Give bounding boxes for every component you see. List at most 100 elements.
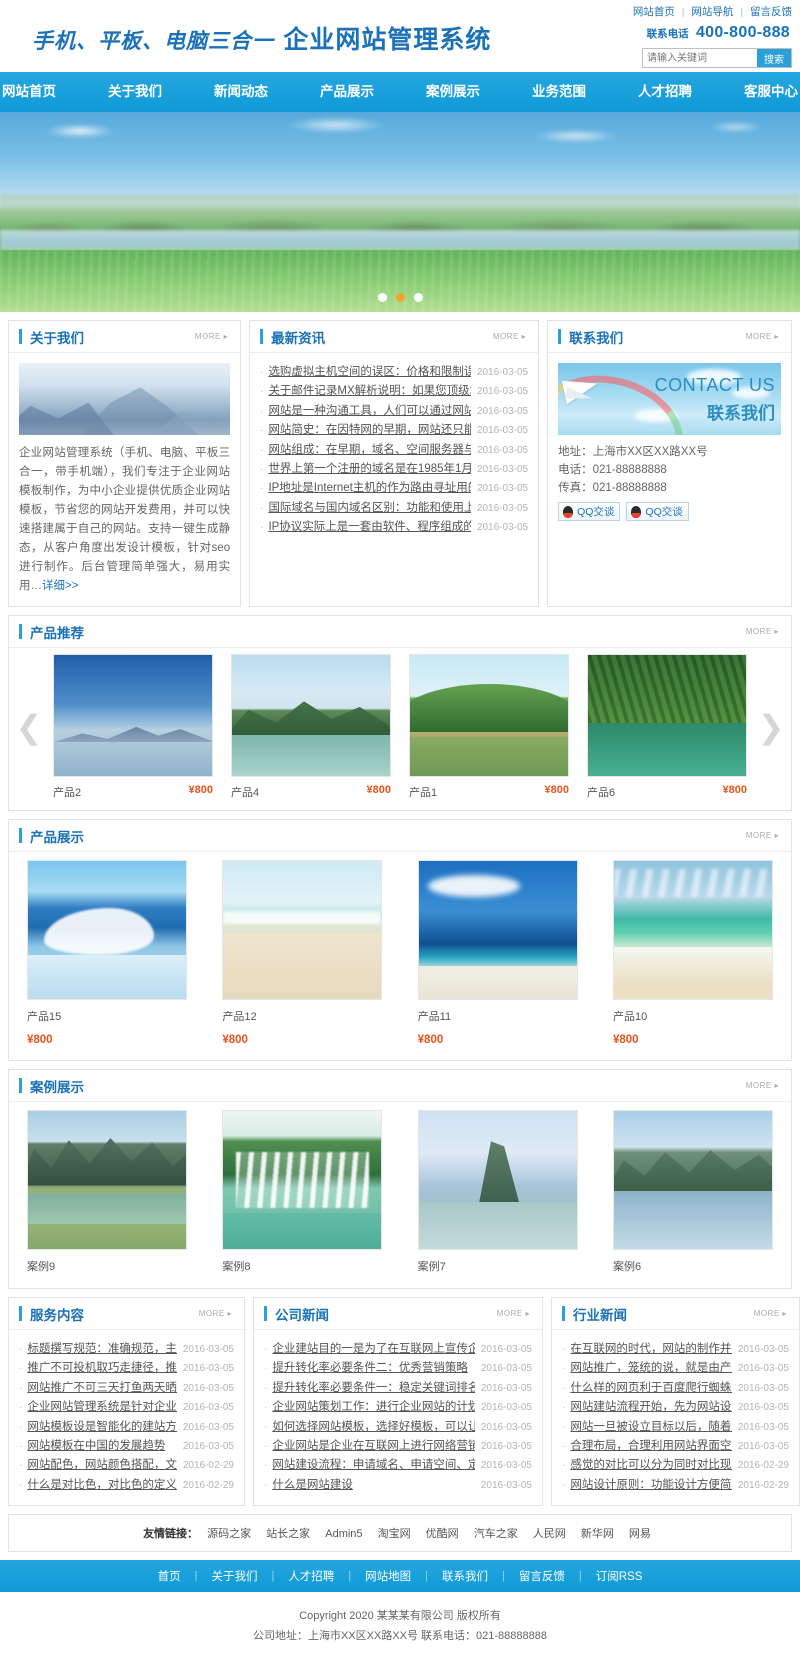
friend-link[interactable]: 人民网 [533, 1528, 566, 1540]
list-item[interactable]: · 世界上第一个注册的域名是在1985年1月注册的 2016-03-05 [260, 460, 528, 479]
list-item[interactable]: · 网站建设流程：申请域名、申请空间、定位网站、风格设 2016-03-05 [264, 1456, 532, 1475]
list-item[interactable]: · 国际域名与国内域名区别：功能和使用上相同，管理机构 2016-03-05 [260, 499, 528, 518]
list-item[interactable]: · 企业网站管理系统是针对企业而设计 2016-03-05 [19, 1398, 234, 1417]
nav-item-service-center[interactable]: 客服中心 [718, 72, 800, 112]
news-link[interactable]: 提升转化率必要条件一：稳定关键词排名 [272, 1379, 475, 1398]
site-logo[interactable]: 手机、平板、电脑三合一 企业网站管理系统 [32, 20, 491, 56]
search-box[interactable]: 搜索 [642, 48, 792, 68]
product-card[interactable]: 产品11 ¥800 [417, 860, 578, 1046]
case-card[interactable]: 案例9 [27, 1110, 187, 1274]
list-item[interactable]: · 网站模板设是智能化的建站方式，所 2016-03-05 [19, 1418, 234, 1437]
product-thumbnail[interactable] [409, 654, 569, 777]
service-content-more-link[interactable]: MORE ▸ [199, 1309, 232, 1318]
product-card[interactable]: 产品1 ¥800 [409, 654, 569, 800]
nav-item-business[interactable]: 业务范围 [506, 72, 612, 112]
product-thumbnail[interactable] [222, 860, 383, 1000]
product-thumbnail[interactable] [612, 860, 773, 1000]
news-link[interactable]: 什么是网站建设 [272, 1476, 475, 1495]
product-thumbnail[interactable] [27, 860, 187, 1000]
list-item[interactable]: · 网站建站流程开始，先为网站设立一 2016-03-05 [562, 1398, 789, 1417]
news-link[interactable]: 网站组成：在早期，域名、空间服务器与程序是网站的基 [268, 441, 471, 460]
list-item[interactable]: · 网站组成：在早期，域名、空间服务器与程序是网站的基 2016-03-05 [260, 441, 528, 460]
case-card[interactable]: 案例6 [612, 1110, 773, 1274]
news-link[interactable]: 网站模板设是智能化的建站方式，所 [27, 1418, 177, 1437]
list-item[interactable]: · 合理布局，合理利用网站界面空间， 2016-03-05 [562, 1437, 789, 1456]
banner-dot-3[interactable] [413, 293, 423, 302]
list-item[interactable]: · IP协议实际上是一套由软件、程序组成的协议软件 2016-03-05 [260, 518, 528, 537]
list-item[interactable]: · 什么是网站建设 2016-03-05 [264, 1476, 532, 1495]
hero-banner[interactable] [0, 112, 800, 312]
nav-item-home[interactable]: 网站首页 [0, 72, 82, 112]
case-thumbnail[interactable] [222, 1110, 383, 1250]
news-link[interactable]: 企业网站策划工作：进行企业网站的计划、定位等方面的 [272, 1398, 475, 1417]
news-link[interactable]: 关于邮件记录MX解析说明：如果您顶级域名使用了CN [268, 382, 471, 401]
news-link[interactable]: 选购虚拟主机空间的误区：价格和限制误区 [268, 363, 471, 382]
list-item[interactable]: · 如何选择网站模板，选择好模板，可以让建站工作事半功 2016-03-05 [264, 1418, 532, 1437]
footer-nav-contact[interactable]: 联系我们 [428, 1568, 502, 1584]
latest-news-more-link[interactable]: MORE ▸ [493, 332, 526, 341]
news-link[interactable]: 网站配色，网站颜色搭配，文字颜色 [27, 1456, 177, 1475]
footer-nav-feedback[interactable]: 留言反馈 [505, 1568, 579, 1584]
banner-dot-2[interactable] [395, 293, 405, 302]
top-link-sitemap[interactable]: 网站导航 [691, 6, 733, 18]
list-item[interactable]: · 企业网站是企业在互联网上进行网络营销和形象宣传的平 2016-03-05 [264, 1437, 532, 1456]
list-item[interactable]: · 网站设计原则：功能设计方便简单， 2016-02-29 [562, 1476, 789, 1495]
news-link[interactable]: 网站推广不可三天打鱼两天晒网，网 [27, 1379, 177, 1398]
news-link[interactable]: IP地址是Internet主机的作为路由寻址用的数 [268, 479, 471, 498]
news-link[interactable]: 标题撰写规范：准确规范，主题明确 [27, 1340, 177, 1359]
product-show-more-link[interactable]: MORE ▸ [746, 831, 779, 840]
product-card[interactable]: 产品4 ¥800 [231, 654, 391, 800]
qq-chat-button-1[interactable]: QQ交谈 [558, 502, 621, 521]
company-news-more-link[interactable]: MORE ▸ [497, 1309, 530, 1318]
about-more-link[interactable]: MORE ▸ [195, 332, 228, 341]
list-item[interactable]: · 推广不可投机取巧走捷径，推广不可 2016-03-05 [19, 1359, 234, 1378]
product-recommend-more-link[interactable]: MORE ▸ [746, 627, 779, 636]
contact-more-link[interactable]: MORE ▸ [746, 332, 779, 341]
carousel-prev-arrow-icon[interactable]: ❮ [9, 711, 49, 743]
friend-link[interactable]: 站长之家 [266, 1528, 310, 1540]
banner-dot-1[interactable] [377, 293, 387, 302]
industry-news-more-link[interactable]: MORE ▸ [754, 1309, 787, 1318]
search-button[interactable]: 搜索 [757, 49, 791, 67]
news-link[interactable]: 网站建设流程：申请域名、申请空间、定位网站、风格设 [272, 1456, 475, 1475]
news-link[interactable]: 网站是一种沟通工具，人们可以通过网站来发布自己想要 [268, 402, 471, 421]
list-item[interactable]: · 网站推广，笼统的说，就是由产品或 2016-03-05 [562, 1359, 789, 1378]
case-show-more-link[interactable]: MORE ▸ [746, 1081, 779, 1090]
list-item[interactable]: · IP地址是Internet主机的作为路由寻址用的数 2016-03-05 [260, 479, 528, 498]
product-thumbnail[interactable] [417, 860, 578, 1000]
list-item[interactable]: · 在互联网的时代，网站的制作并非是 2016-03-05 [562, 1340, 789, 1359]
list-item[interactable]: · 感觉的对比可以分为同时对比现象和 2016-02-29 [562, 1456, 789, 1475]
friend-link[interactable]: 源码之家 [207, 1528, 251, 1540]
product-card[interactable]: 产品12 ¥800 [222, 860, 383, 1046]
product-card[interactable]: 产品6 ¥800 [587, 654, 747, 800]
list-item[interactable]: · 提升转化率必要条件一：稳定关键词排名 2016-03-05 [264, 1379, 532, 1398]
news-link[interactable]: 企业网站是企业在互联网上进行网络营销和形象宣传的平 [272, 1437, 475, 1456]
nav-item-news[interactable]: 新闻动态 [188, 72, 294, 112]
case-card[interactable]: 案例7 [417, 1110, 578, 1274]
friend-link[interactable]: 汽车之家 [474, 1528, 518, 1540]
case-card[interactable]: 案例8 [222, 1110, 383, 1274]
footer-nav-about[interactable]: 关于我们 [197, 1568, 271, 1584]
news-link[interactable]: 什么样的网页利于百度爬行蜘蛛的访 [570, 1379, 732, 1398]
list-item[interactable]: · 提升转化率必要条件二：优秀营销策略 2016-03-05 [264, 1359, 532, 1378]
search-input[interactable] [643, 49, 757, 67]
list-item[interactable]: · 什么样的网页利于百度爬行蜘蛛的访 2016-03-05 [562, 1379, 789, 1398]
list-item[interactable]: · 网站简史：在因特网的早期，网站还只能保存单纯的文本 2016-03-05 [260, 421, 528, 440]
friend-link[interactable]: 淘宝网 [378, 1528, 411, 1540]
list-item[interactable]: · 选购虚拟主机空间的误区：价格和限制误区 2016-03-05 [260, 363, 528, 382]
footer-nav-rss[interactable]: 订阅RSS [582, 1568, 657, 1584]
news-link[interactable]: 企业网站管理系统是针对企业而设计 [27, 1398, 177, 1417]
news-link[interactable]: 感觉的对比可以分为同时对比现象和 [570, 1456, 732, 1475]
list-item[interactable]: · 关于邮件记录MX解析说明：如果您顶级域名使用了CN 2016-03-05 [260, 382, 528, 401]
qq-chat-button-2[interactable]: QQ交谈 [626, 502, 689, 521]
top-link-feedback[interactable]: 留言反馈 [750, 6, 792, 18]
news-link[interactable]: 网站一旦被设立目标以后，随着来的 [570, 1418, 732, 1437]
news-link[interactable]: 网站建站流程开始，先为网站设立一 [570, 1398, 732, 1417]
news-link[interactable]: 网站设计原则：功能设计方便简单， [570, 1476, 732, 1495]
list-item[interactable]: · 网站模板在中国的发展趋势 2016-03-05 [19, 1437, 234, 1456]
list-item[interactable]: · 网站是一种沟通工具，人们可以通过网站来发布自己想要 2016-03-05 [260, 402, 528, 421]
nav-item-recruitment[interactable]: 人才招聘 [612, 72, 718, 112]
footer-nav-recruitment[interactable]: 人才招聘 [274, 1568, 348, 1584]
list-item[interactable]: · 标题撰写规范：准确规范，主题明确 2016-03-05 [19, 1340, 234, 1359]
friend-link[interactable]: 优酷网 [426, 1528, 459, 1540]
